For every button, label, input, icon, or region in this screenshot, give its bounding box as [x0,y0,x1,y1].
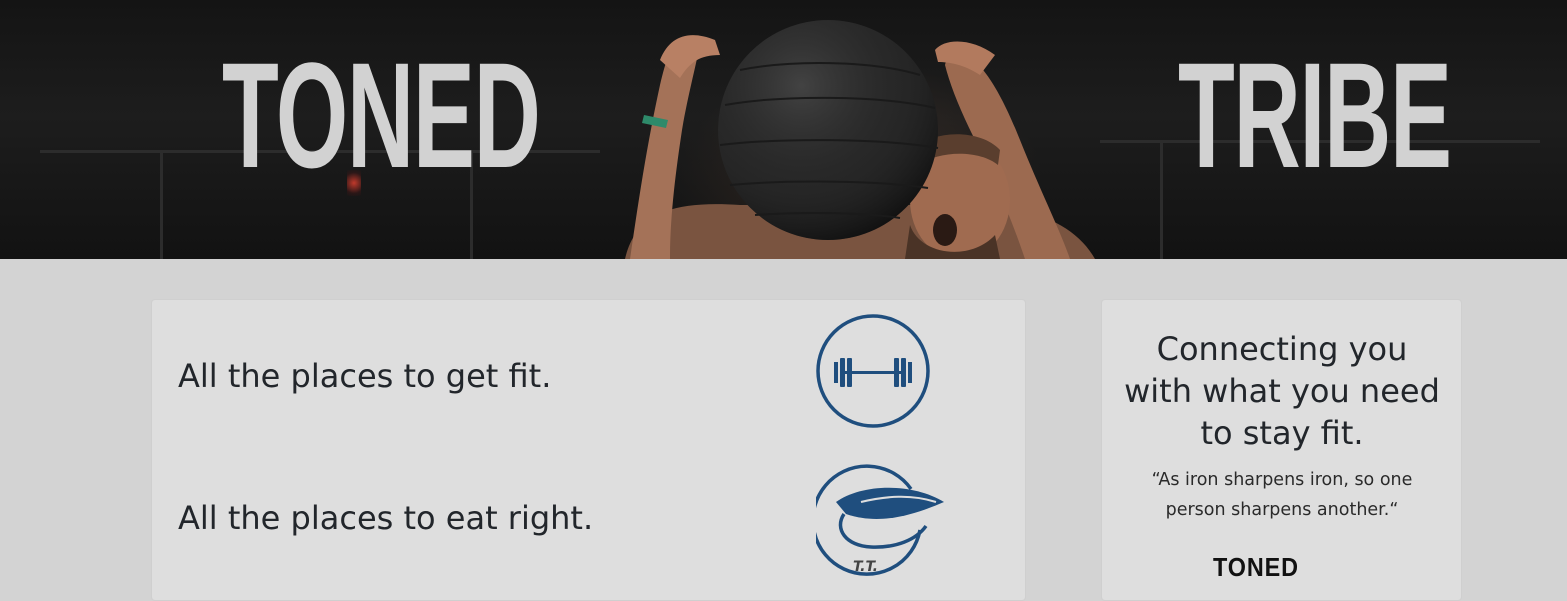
mission-card: Connecting you with what you need to sta… [1101,299,1462,601]
gym-rack-post [1160,140,1163,259]
leaf-icon-caption: T.T. [853,559,878,575]
features-card: All the places to get fit. All the place… [151,299,1026,601]
athlete-with-ball-image [625,20,1095,259]
hero-banner: TONED TRIBE [0,0,1567,259]
tagline-heading: Connecting you with what you need to sta… [1124,330,1440,452]
hero-title-left: TONED [222,31,541,199]
feature-eat-right-text: All the places to eat right. [178,499,594,537]
feature-get-fit-text: All the places to get fit. [178,357,552,395]
hero-title-right: TRIBE [1178,31,1452,199]
quote-text: “As iron sharpens iron, so one person sh… [1151,470,1413,520]
leaf-icon[interactable]: T.T. [811,444,946,588]
gym-rack-post [160,150,163,259]
brand-logo[interactable]: TONED [1213,552,1299,583]
barbell-icon[interactable] [816,314,932,434]
